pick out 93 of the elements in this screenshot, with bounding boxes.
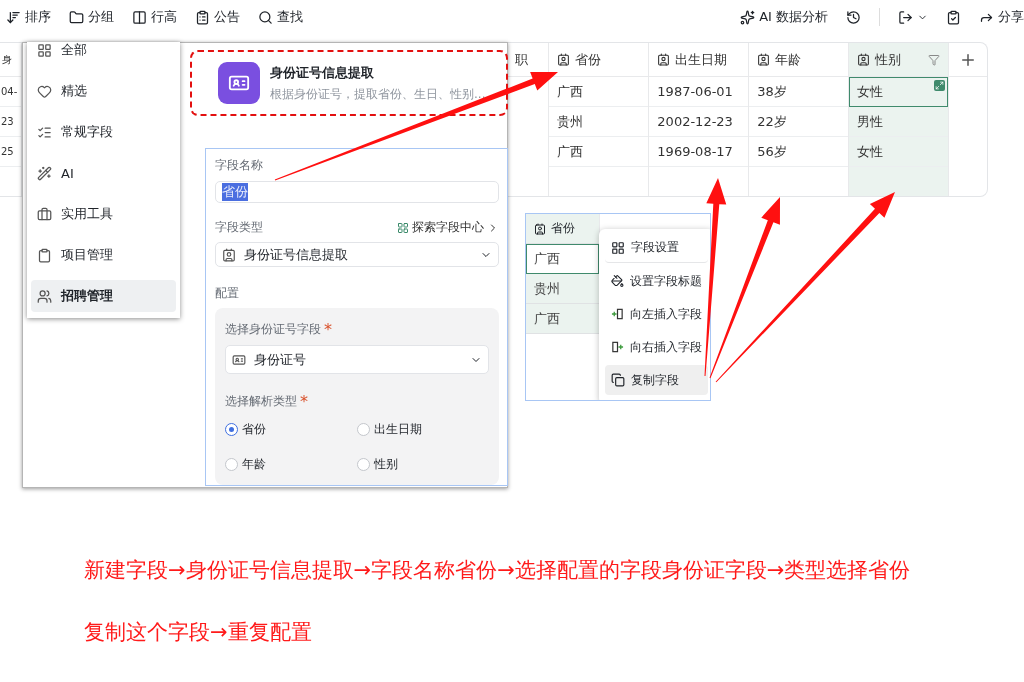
toolbar-button[interactable]: 分组 [69, 8, 114, 26]
clipboard-icon [37, 247, 52, 263]
menu-item[interactable]: 招聘管理 [31, 280, 176, 312]
search-icon [258, 9, 273, 25]
clipboard-check-icon [946, 9, 961, 25]
expand-icon[interactable] [934, 80, 946, 91]
id-card-icon [232, 352, 246, 367]
field-label: 字段类型 [215, 219, 263, 237]
sort-icon [6, 9, 21, 25]
menu-item[interactable]: 全部 [31, 42, 176, 66]
type-select[interactable]: 身份证号信息提取 [215, 242, 499, 267]
table-cell: 男性 [849, 107, 949, 137]
column-header[interactable]: 性别 [849, 43, 949, 77]
card-icon [657, 53, 671, 66]
clipboard-icon [195, 9, 210, 25]
toolbar-button[interactable]: 分享 [979, 8, 1024, 26]
name-field[interactable]: 省份 [215, 181, 499, 204]
table-cell: 1987-06-01 [649, 77, 749, 107]
id-field-select[interactable]: 身份证号 [225, 345, 489, 374]
toolbar-button[interactable]: 行高 [132, 8, 177, 26]
copy-icon [611, 373, 625, 387]
table-cell: 女性 [849, 77, 949, 107]
menu-item[interactable]: 精选 [31, 75, 176, 107]
menu-item[interactable]: 向左插入字段 [605, 299, 708, 329]
table-cell: 贵州 [549, 107, 649, 137]
field-label: 选择解析类型 [225, 393, 297, 410]
toolbar-button[interactable]: AI 数据分析 [740, 8, 828, 26]
radio-option[interactable]: 年龄 [225, 456, 357, 473]
column-header[interactable]: 年龄 [749, 43, 849, 77]
menu-item[interactable]: 设置字段标题 [605, 266, 708, 296]
table-cell: 23 [1, 116, 14, 127]
people-icon [37, 288, 52, 304]
radio-option[interactable]: 性别 [357, 456, 489, 473]
grid-icon [611, 240, 625, 255]
card-icon [534, 222, 546, 235]
table-cell: 25 [1, 146, 14, 157]
list-icon [37, 124, 52, 140]
id-card-icon [218, 62, 260, 104]
field-label: 字段名称 [215, 157, 264, 174]
column-header: 职 [515, 50, 529, 69]
paint-bucket-icon [611, 274, 624, 288]
table-cell: 1969-08-17 [649, 137, 749, 167]
toolbar-button[interactable] [846, 9, 861, 25]
required-mark: * [300, 392, 308, 411]
sparkle-icon [740, 9, 756, 25]
field-label: 配置 [215, 285, 240, 302]
table-cell: 22岁 [749, 107, 849, 137]
toolbar-button[interactable] [898, 9, 928, 25]
wand-icon [37, 165, 52, 181]
card-icon [222, 247, 236, 262]
menu-item[interactable]: 复制字段 [605, 365, 708, 395]
menu-item[interactable]: 常规字段 [31, 116, 176, 148]
toolbar-button[interactable]: 公告 [195, 8, 240, 26]
grid-icon [397, 221, 409, 234]
radio-option[interactable]: 出生日期 [357, 421, 489, 438]
column-header[interactable]: 出生日期 [649, 43, 749, 77]
export-icon [898, 9, 913, 25]
menu-item[interactable]: 向右插入字段 [605, 332, 708, 362]
heart-icon [37, 83, 52, 99]
menu-item[interactable]: 项目管理 [31, 239, 176, 271]
toolbar-button[interactable]: 排序 [6, 8, 51, 26]
column-header: 身 [2, 52, 12, 67]
toolbar-button[interactable] [946, 9, 961, 25]
radio-option[interactable]: 省份 [225, 421, 357, 438]
filter-icon[interactable] [928, 53, 941, 66]
card-icon [757, 53, 771, 66]
briefcase-icon [37, 206, 52, 222]
table-cell: 女性 [849, 137, 949, 167]
option-title: 身份证号信息提取 [270, 63, 375, 82]
columns-icon [132, 9, 147, 25]
required-mark: * [324, 320, 332, 339]
menu-item[interactable]: AI [31, 157, 176, 189]
history-icon [846, 9, 861, 25]
menu-item[interactable]: 字段设置 [605, 233, 708, 263]
option-description: 根据身份证号，提取省份、生日、性别... [270, 85, 486, 103]
field-label: 选择身份证号字段 [225, 321, 321, 338]
card-icon [557, 53, 571, 66]
caption-text: 新建字段→身份证号信息提取→字段名称省份→选择配置的字段身份证字段→类型选择省份 [84, 557, 911, 584]
table-cell: 56岁 [749, 137, 849, 167]
insert-right-icon [611, 340, 624, 354]
insert-left-icon [611, 307, 624, 321]
toolbar-button[interactable]: 查找 [258, 8, 303, 26]
table-cell: 38岁 [749, 77, 849, 107]
folder-icon [69, 9, 84, 25]
table-cell: 2002-12-23 [649, 107, 749, 137]
caption-text: 复制这个字段→重复配置 [84, 619, 313, 646]
menu-item[interactable]: 实用工具 [31, 198, 176, 230]
card-icon [857, 53, 871, 66]
table-cell: 广西 [526, 244, 599, 274]
table-cell: 广西 [549, 137, 649, 167]
explore-link[interactable]: 探索字段中心 [397, 219, 499, 237]
table-cell: 04- [1, 86, 18, 97]
grid-icon [37, 42, 52, 58]
